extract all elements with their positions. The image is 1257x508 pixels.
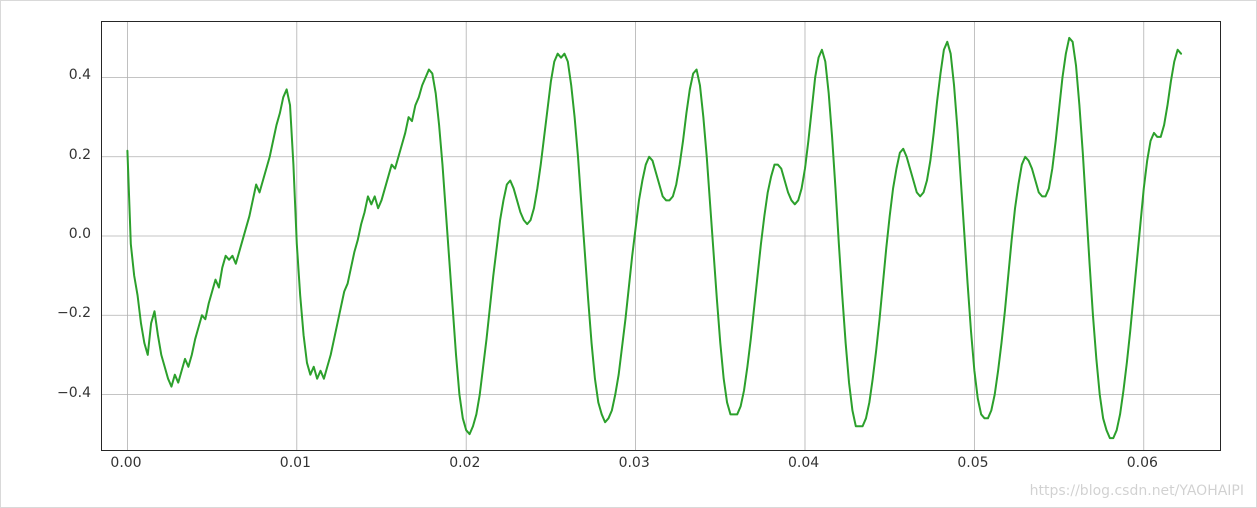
x-tick-label: 0.03 [619,455,650,471]
chart-svg [102,22,1220,450]
watermark-text: https://blog.csdn.net/YAOHAIPI [1030,483,1244,499]
x-tick-label: 0.06 [1127,455,1158,471]
series-line [127,38,1181,438]
x-tick-label: 0.02 [449,455,480,471]
y-tick-label: 0.0 [69,226,91,242]
x-tick-label: 0.05 [957,455,988,471]
chart-frame: −0.4 −0.2 0.0 0.2 0.4 0.00 0.01 0.02 0.03 0.04 0.… [0,0,1257,508]
x-tick-label: 0.04 [788,455,819,471]
y-tick-label: 0.4 [69,67,91,83]
gridlines [102,22,1220,450]
y-tick-label: 0.2 [69,147,91,163]
y-tick-label: −0.4 [57,385,91,401]
plot-area [101,21,1221,451]
x-tick-label: 0.01 [280,455,311,471]
series-group [127,38,1181,438]
x-tick-label: 0.00 [110,455,141,471]
y-tick-label: −0.2 [57,305,91,321]
